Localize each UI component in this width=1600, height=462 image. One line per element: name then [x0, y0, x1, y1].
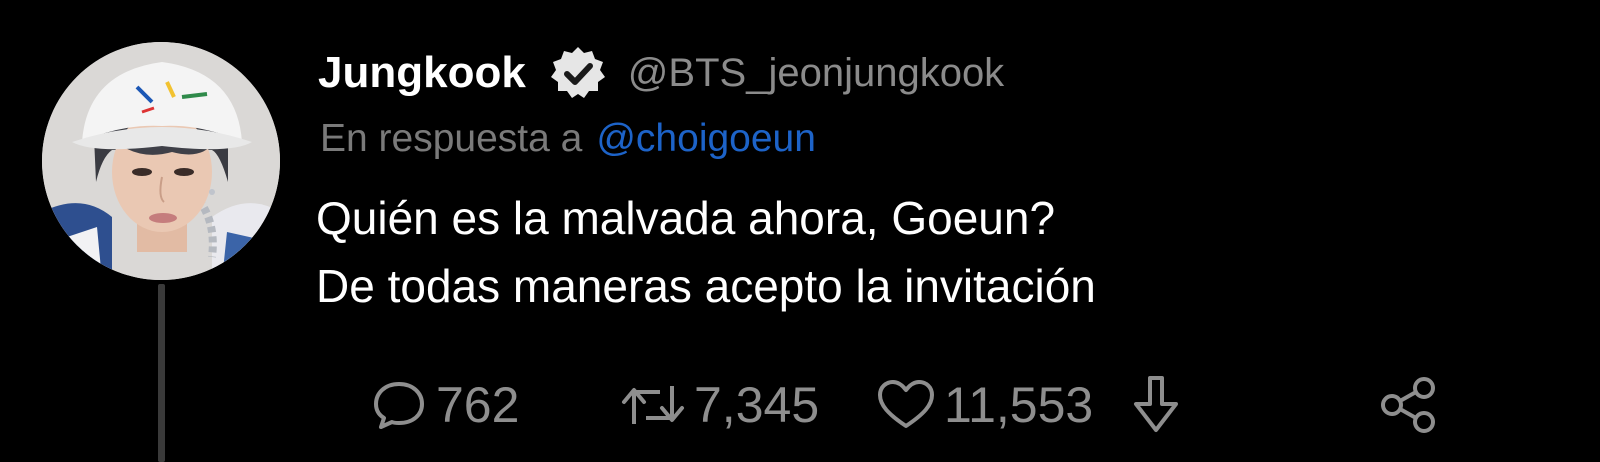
user-handle[interactable]: @BTS_jeonjungkook	[628, 51, 1004, 96]
comment-icon	[374, 382, 424, 429]
action-bar: 762 7,345 11,553	[0, 370, 1600, 440]
retweet-button[interactable]: 7,345	[620, 370, 819, 440]
like-count: 11,553	[944, 377, 1094, 433]
tweet-card[interactable]: Jungkook @BTS_jeonjungkook En respuesta …	[0, 0, 1600, 462]
share-icon	[1381, 377, 1435, 433]
verified-badge-icon	[550, 45, 606, 101]
download-arrow-icon	[1134, 376, 1178, 432]
avatar-photo	[42, 42, 280, 280]
retweet-count: 7,345	[694, 377, 820, 433]
reply-button[interactable]: 762	[370, 370, 519, 440]
download-button[interactable]	[1128, 370, 1184, 440]
tweet-header: Jungkook @BTS_jeonjungkook	[318, 38, 1004, 108]
heart-icon	[878, 380, 934, 428]
avatar[interactable]	[42, 42, 280, 280]
share-button[interactable]	[1378, 370, 1438, 440]
like-button[interactable]: 11,553	[876, 370, 1093, 440]
tweet-text: Quién es la malvada ahora, Goeun? De tod…	[316, 184, 1096, 320]
display-name[interactable]: Jungkook	[318, 48, 526, 98]
reply-prefix: En respuesta a	[320, 117, 583, 160]
reply-count: 762	[436, 377, 520, 433]
reply-to-handle-link[interactable]: @choigoeun	[596, 117, 816, 161]
reply-context: En respuesta a @choigoeun	[320, 112, 816, 166]
tweet-text-line: De todas maneras acepto la invitación	[316, 260, 1096, 312]
retweet-icon	[622, 386, 684, 424]
tweet-text-line: Quién es la malvada ahora, Goeun?	[316, 192, 1056, 244]
